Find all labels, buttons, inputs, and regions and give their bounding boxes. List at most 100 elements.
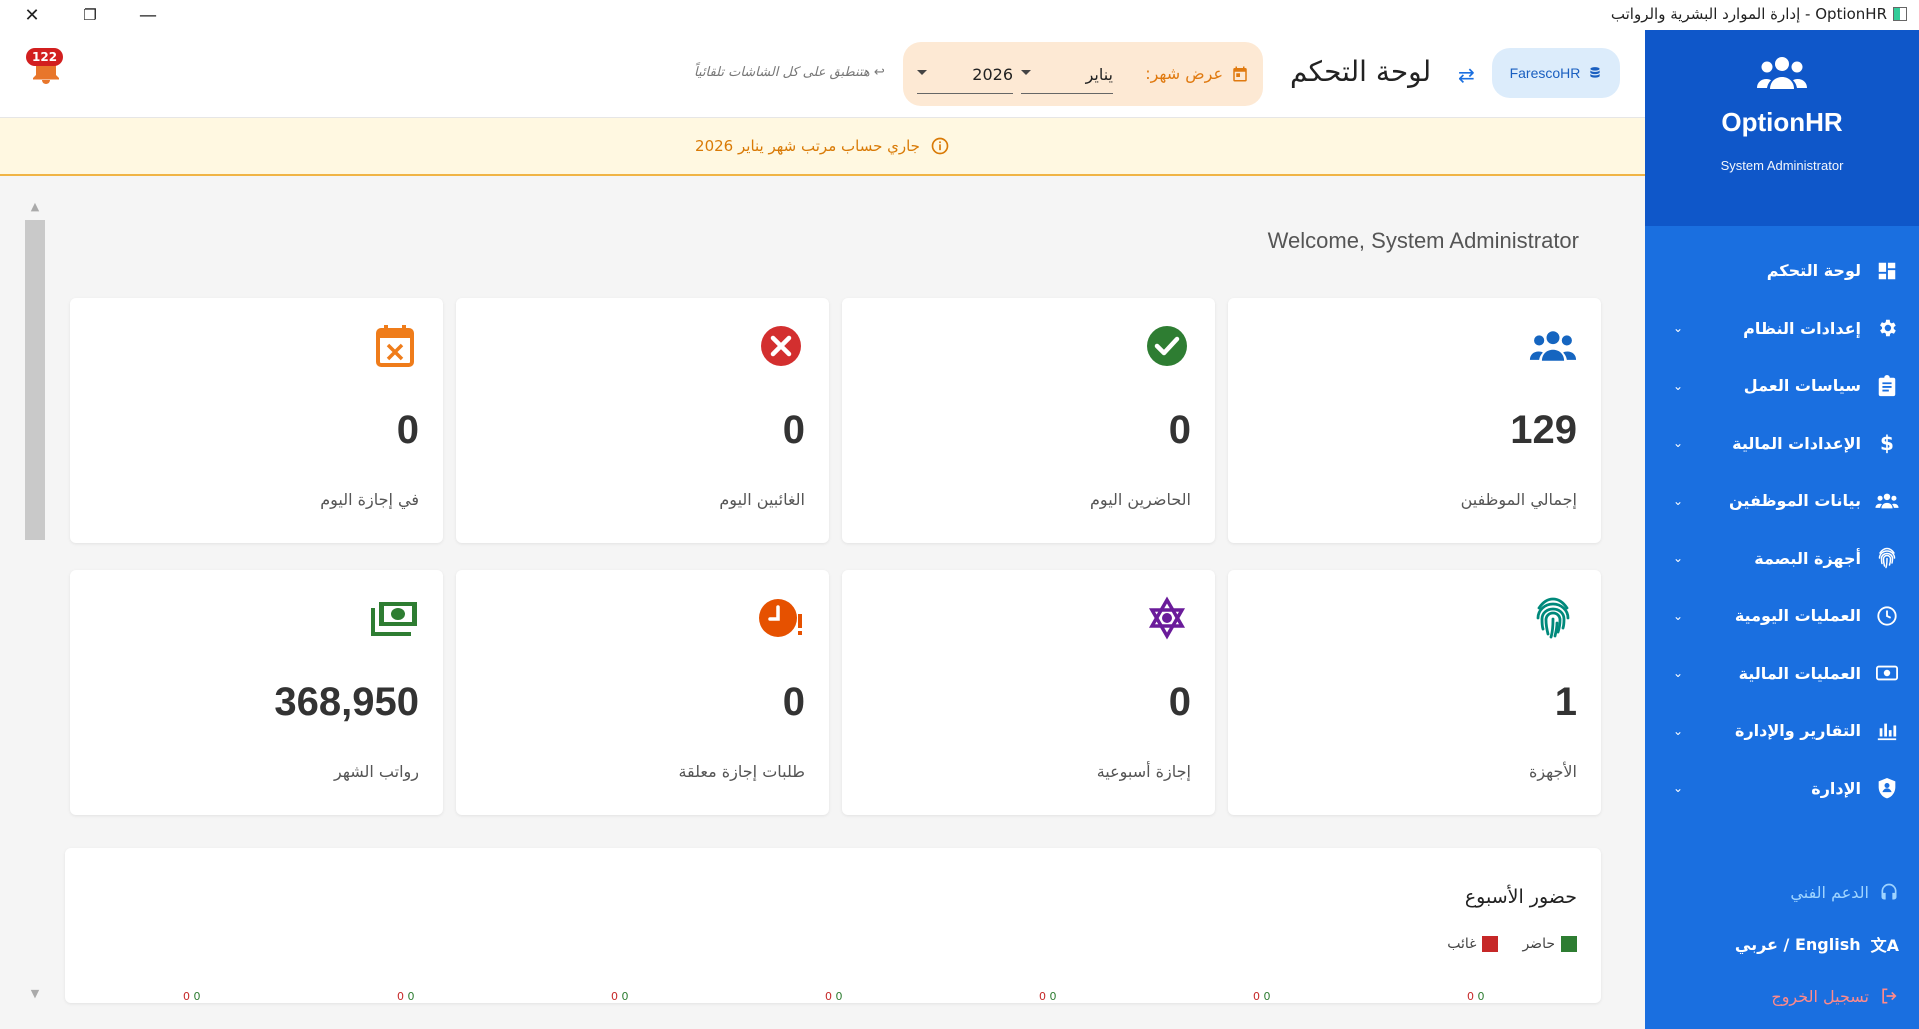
sidebar-item-fingerprint-devices[interactable]: أجهزة البصمة ⌄ [1645, 530, 1919, 588]
logout-label: تسجيل الخروج [1771, 986, 1869, 1006]
stat-card-present-today[interactable]: 0 الحاضرين اليوم [842, 298, 1215, 543]
stat-label: رواتب الشهر [334, 762, 419, 781]
info-icon [931, 137, 949, 155]
stat-card-devices[interactable]: 1 الأجهزة [1228, 570, 1601, 815]
stat-value: 368,950 [274, 680, 419, 724]
payroll-status-banner: جاري حساب مرتب شهر يناير 2026 [0, 118, 1645, 176]
day-zero-labels: 0 0 [1467, 990, 1485, 1003]
window-maximize-button[interactable]: ❐ [74, 2, 106, 28]
page-title: لوحة التحكم [1290, 55, 1432, 88]
sidebar-item-financial-settings[interactable]: $ الإعدادات المالية ⌄ [1645, 415, 1919, 473]
sidebar-item-label: التقارير والإدارة [1735, 721, 1861, 741]
sidebar-item-administration[interactable]: الإدارة ⌄ [1645, 760, 1919, 818]
month-filter: 2026 يناير عرض شهر: [903, 42, 1263, 106]
day-zero-labels: 0 0 [1039, 990, 1057, 1003]
chart-legend: حاضر غائب [1447, 936, 1577, 952]
day-zero-labels: 0 0 [1253, 990, 1271, 1003]
headset-icon [1881, 883, 1897, 900]
stat-card-monthly-payroll[interactable]: 368,950 رواتب الشهر [70, 570, 443, 815]
scroll-up-arrow-icon[interactable]: ▲ [25, 200, 45, 218]
users-logo-icon [1754, 55, 1810, 95]
stat-label: الأجهزة [1528, 762, 1577, 781]
legend-swatch-present [1561, 936, 1577, 952]
stat-label: إجمالي الموظفين [1460, 490, 1577, 509]
logout-icon [1882, 988, 1897, 1004]
stat-card-pending-leave-requests[interactable]: 0 طلبات إجازة معلقة [456, 570, 829, 815]
stat-label: الغائبين اليوم [719, 490, 805, 509]
clock-icon [1875, 604, 1899, 628]
swap-company-icon[interactable]: ⇄ [1458, 63, 1475, 87]
sidebar-item-system-settings[interactable]: إعدادات النظام ⌄ [1645, 300, 1919, 358]
dashboard-icon [1875, 259, 1899, 283]
legend-item-present[interactable]: حاضر [1522, 936, 1577, 952]
sidebar-item-financial-operations[interactable]: العمليات المالية ⌄ [1645, 645, 1919, 703]
sidebar-header: OptionHR System Administrator [1645, 30, 1919, 226]
content-scrollbar[interactable]: ▲ ▼ [25, 200, 45, 1005]
logout-link[interactable]: تسجيل الخروج [1645, 970, 1919, 1022]
week-attendance-title: حضور الأسبوع [1464, 886, 1577, 908]
chevron-down-icon: ⌄ [1672, 436, 1683, 451]
window-minimize-button[interactable]: — [132, 2, 164, 28]
sidebar-menu: لوحة التحكم إعدادات النظام ⌄ سياسات العم… [1645, 242, 1919, 817]
stat-card-on-leave-today[interactable]: 0 في إجازة اليوم [70, 298, 443, 543]
sidebar-item-dashboard[interactable]: لوحة التحكم [1645, 242, 1919, 300]
month-select[interactable]: يناير [1021, 56, 1113, 94]
legend-label-absent: غائب [1447, 936, 1477, 952]
stat-value: 0 [1168, 408, 1191, 452]
users-icon [1529, 322, 1577, 370]
sidebar-footer: الدعم الفني عربي / English 文A تسجيل الخر… [1645, 866, 1919, 1022]
support-link[interactable]: الدعم الفني [1645, 866, 1919, 918]
sidebar-item-reports[interactable]: التقارير والإدارة ⌄ [1645, 702, 1919, 760]
sidebar-item-label: سياسات العمل [1743, 376, 1861, 396]
fingerprint-icon [1529, 594, 1577, 642]
day-zero-labels: 0 0 [397, 990, 415, 1003]
language-label: عربي / English [1734, 934, 1861, 954]
day-zero-labels: 0 0 [183, 990, 201, 1003]
cash-icon [371, 594, 419, 642]
language-toggle[interactable]: عربي / English 文A [1645, 918, 1919, 970]
scroll-down-arrow-icon[interactable]: ▼ [25, 987, 45, 1005]
company-switcher[interactable]: FarescoHR [1492, 48, 1620, 98]
stat-card-weekly-off[interactable]: 0 إجازة أسبوعية [842, 570, 1215, 815]
check-circle-icon [1143, 322, 1191, 370]
brand-name: OptionHR [1721, 107, 1843, 137]
banner-text: جاري حساب مرتب شهر يناير 2026 [695, 137, 920, 155]
database-icon [1590, 67, 1601, 78]
support-label: الدعم الفني [1790, 882, 1869, 902]
chevron-down-icon: ⌄ [1672, 551, 1683, 566]
dollar-icon: $ [1880, 431, 1894, 456]
week-attendance-panel: حضور الأسبوع حاضر غائب 0 0 0 0 0 0 0 0 0… [65, 848, 1601, 1003]
sidebar: OptionHR System Administrator لوحة التحك… [1645, 30, 1919, 1029]
year-value: 2026 [972, 65, 1013, 84]
chevron-down-icon: ⌄ [1672, 321, 1683, 336]
chevron-down-icon: ⌄ [1672, 781, 1683, 796]
app-icon [1893, 7, 1907, 21]
scrollbar-thumb[interactable] [25, 220, 45, 540]
month-label: عرض شهر: [1145, 64, 1249, 83]
auto-apply-hint: ↩ هتنطبق على كل الشاشات تلقائياً [694, 65, 885, 80]
legend-item-absent[interactable]: غائب [1447, 936, 1499, 952]
clipboard-icon [1875, 374, 1899, 398]
stat-label: طلبات إجازة معلقة [678, 762, 805, 781]
notifications-bell[interactable]: 122 [26, 48, 66, 90]
stat-card-total-employees[interactable]: 129 إجمالي الموظفين [1228, 298, 1601, 543]
stat-value: 129 [1510, 408, 1577, 452]
stat-card-absent-today[interactable]: 0 الغائبين اليوم [456, 298, 829, 543]
welcome-message: Welcome, System Administrator [1267, 228, 1579, 253]
legend-swatch-absent [1482, 936, 1499, 952]
company-name: FarescoHR [1509, 65, 1581, 81]
legend-label-present: حاضر [1522, 936, 1555, 952]
window-close-button[interactable]: ✕ [16, 2, 48, 28]
shield-user-icon [1875, 776, 1899, 800]
chevron-down-icon: ⌄ [1672, 378, 1683, 393]
sidebar-item-employee-data[interactable]: بيانات الموظفين ⌄ [1645, 472, 1919, 530]
window-title: OptionHR - إدارة الموارد البشرية والروات… [1611, 5, 1907, 23]
stat-value: 0 [396, 408, 419, 452]
year-select[interactable]: 2026 [917, 56, 1013, 94]
chevron-down-icon: ⌄ [1672, 608, 1683, 623]
sidebar-item-work-policies[interactable]: سياسات العمل ⌄ [1645, 357, 1919, 415]
sidebar-item-daily-operations[interactable]: العمليات اليومية ⌄ [1645, 587, 1919, 645]
year-dropdown-arrow-icon [917, 70, 927, 75]
cancel-circle-icon [757, 322, 805, 370]
sidebar-item-label: بيانات الموظفين [1729, 491, 1861, 511]
